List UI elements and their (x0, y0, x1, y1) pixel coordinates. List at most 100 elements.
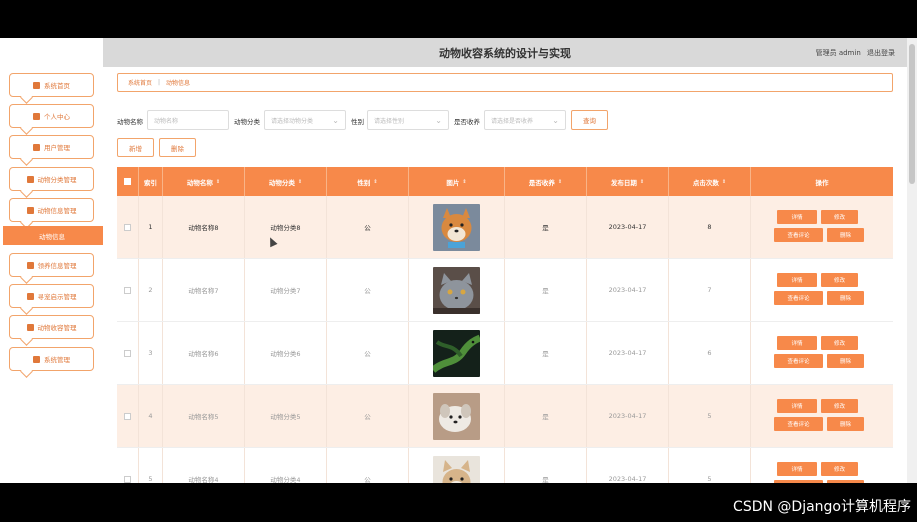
sidebar-item-animal-info[interactable]: 动物信息管理 (9, 198, 94, 222)
query-button[interactable]: 查询 (571, 110, 608, 130)
batch-delete-button[interactable]: 删除 (159, 138, 196, 157)
cell-clicks: 8 (669, 196, 751, 258)
sort-icon: ⇕ (721, 178, 727, 185)
sidebar-subitem-animal-info[interactable]: 动物信息 (3, 226, 103, 245)
select-all-cell (117, 167, 139, 196)
edit-button[interactable]: 修改 (821, 273, 858, 287)
row-checkbox[interactable] (124, 475, 131, 483)
sort-icon: ⇕ (462, 178, 467, 185)
filter-bar: 动物名称 动物名称 动物分类 请选择动物分类 ⌄ 性别 请选择性别 ⌄ 是否收养… (117, 110, 897, 130)
cell-gender: 公 (327, 196, 409, 258)
cell-date: 2023-04-17 (587, 259, 669, 321)
col-clicks[interactable]: 点击次数 ⇕ (669, 167, 751, 196)
col-date[interactable]: 发布日期 ⇕ (587, 167, 669, 196)
cell-gender: 公 (327, 259, 409, 321)
col-category[interactable]: 动物分类 ⇕ (245, 167, 327, 196)
name-filter-label: 动物名称 (117, 118, 143, 126)
sidebar-item-system[interactable]: 系统管理 (9, 347, 94, 371)
sidebar-item-adoption[interactable]: 领养信息管理 (9, 253, 94, 277)
table-row: 4 动物名称5 动物分类5 公 是 2023-04-17 5 详情 修改 查看评… (117, 385, 893, 448)
delete-button[interactable]: 删除 (827, 354, 864, 368)
row-actions: 详情 修改 查看评论 删除 (753, 448, 893, 483)
cell-category: 动物分类5 (245, 385, 327, 447)
cell-date: 2023-04-17 (587, 322, 669, 384)
cell-clicks: 6 (669, 322, 751, 384)
cell-gender: 公 (327, 385, 409, 447)
detail-button[interactable]: 详情 (777, 273, 817, 287)
row-checkbox[interactable] (124, 286, 131, 294)
cell-adopted: 是 (505, 259, 587, 321)
row-checkbox[interactable] (124, 412, 131, 420)
view-comments-button[interactable]: 查看评论 (774, 417, 823, 431)
breadcrumb-home[interactable]: 系统首页 (128, 78, 152, 87)
col-adopted[interactable]: 是否收养 ⇕ (505, 167, 587, 196)
paw-icon (26, 292, 34, 300)
detail-button[interactable]: 详情 (777, 399, 817, 413)
col-image[interactable]: 图片 ⇕ (409, 167, 505, 196)
row-actions: 详情 修改 查看评论 删除 (753, 322, 893, 384)
animal-photo-shiba (433, 203, 480, 251)
category-select[interactable]: 请选择动物分类 ⌄ (264, 110, 346, 130)
user-label: 管理员 admin (815, 49, 861, 57)
cell-date: 2023-04-17 (587, 196, 669, 258)
chevron-down-icon: ⌄ (435, 116, 442, 125)
scrollbar-thumb[interactable] (909, 44, 915, 184)
view-comments-button[interactable]: 查看评论 (774, 354, 823, 368)
gender-select[interactable]: 请选择性别 ⌄ (367, 110, 449, 130)
cell-date: 2023-04-17 (587, 385, 669, 447)
add-button[interactable]: 新增 (117, 138, 154, 157)
category-filter-label: 动物分类 (234, 118, 260, 126)
row-actions: 详情 修改 查看评论 删除 (753, 385, 893, 447)
adopt-select[interactable]: 请选择是否收养 ⌄ (484, 110, 566, 130)
cell-clicks: 5 (669, 448, 751, 483)
user-icon (33, 112, 40, 120)
col-name[interactable]: 动物名称 ⇕ (163, 167, 245, 196)
sidebar-item-shelter[interactable]: 动物收容管理 (9, 315, 94, 339)
breadcrumb-current: 动物信息 (166, 80, 191, 87)
cell-index: 1 (139, 196, 163, 258)
breadcrumb: 系统首页 | 动物信息 (117, 73, 893, 92)
delete-button[interactable]: 删除 (827, 291, 864, 305)
name-filter-input[interactable]: 动物名称 (147, 110, 229, 130)
home-icon (33, 81, 40, 89)
row-checkbox[interactable] (124, 349, 131, 357)
sort-icon: ⇕ (373, 178, 378, 185)
detail-button[interactable]: 详情 (777, 210, 817, 224)
row-checkbox[interactable] (124, 223, 131, 231)
edit-button[interactable]: 修改 (821, 210, 858, 224)
sidebar-item-profile[interactable]: 个人中心 (9, 104, 94, 128)
cell-adopted: 是 (505, 448, 587, 483)
table-row: 5 动物名称4 动物分类4 公 是 2023-04-17 5 详情 修改 (117, 448, 893, 483)
shelter-icon (26, 323, 34, 331)
settings-icon (33, 355, 40, 363)
detail-button[interactable]: 详情 (777, 336, 817, 350)
col-index: 索引 (139, 167, 163, 196)
edit-button[interactable]: 修改 (821, 336, 858, 350)
col-gender[interactable]: 性别 ⇕ (327, 167, 409, 196)
delete-button[interactable]: 删除 (827, 417, 864, 431)
chevron-down-icon: ⌄ (332, 116, 339, 125)
video-top-border (0, 0, 917, 38)
view-comments-button[interactable]: 查看评论 (774, 228, 823, 242)
sort-icon: ⇕ (215, 178, 221, 185)
view-comments-button[interactable]: 查看评论 (774, 291, 823, 305)
cell-adopted: 是 (505, 196, 587, 258)
cell-name: 动物名称7 (163, 259, 245, 321)
cell-name: 动物名称5 (163, 385, 245, 447)
sidebar-item-lost-pet[interactable]: 寻宠启示管理 (9, 284, 94, 308)
user-info: 管理员 admin 退出登录 (816, 48, 895, 58)
logout-link[interactable]: 退出登录 (867, 49, 895, 57)
cell-index: 3 (139, 322, 163, 384)
gender-filter-label: 性别 (351, 118, 364, 126)
delete-button[interactable]: 删除 (827, 228, 864, 242)
sidebar-item-home[interactable]: 系统首页 (9, 73, 94, 97)
select-all-checkbox[interactable] (124, 178, 131, 185)
animal-photo-snake (433, 329, 480, 377)
edit-button[interactable]: 修改 (821, 399, 858, 413)
sidebar-item-category[interactable]: 动物分类管理 (9, 167, 94, 191)
edit-button[interactable]: 修改 (821, 462, 858, 476)
detail-button[interactable]: 详情 (777, 462, 817, 476)
vertical-scrollbar[interactable] (907, 38, 917, 483)
users-icon (33, 143, 40, 151)
sidebar-item-users[interactable]: 用户管理 (9, 135, 94, 159)
